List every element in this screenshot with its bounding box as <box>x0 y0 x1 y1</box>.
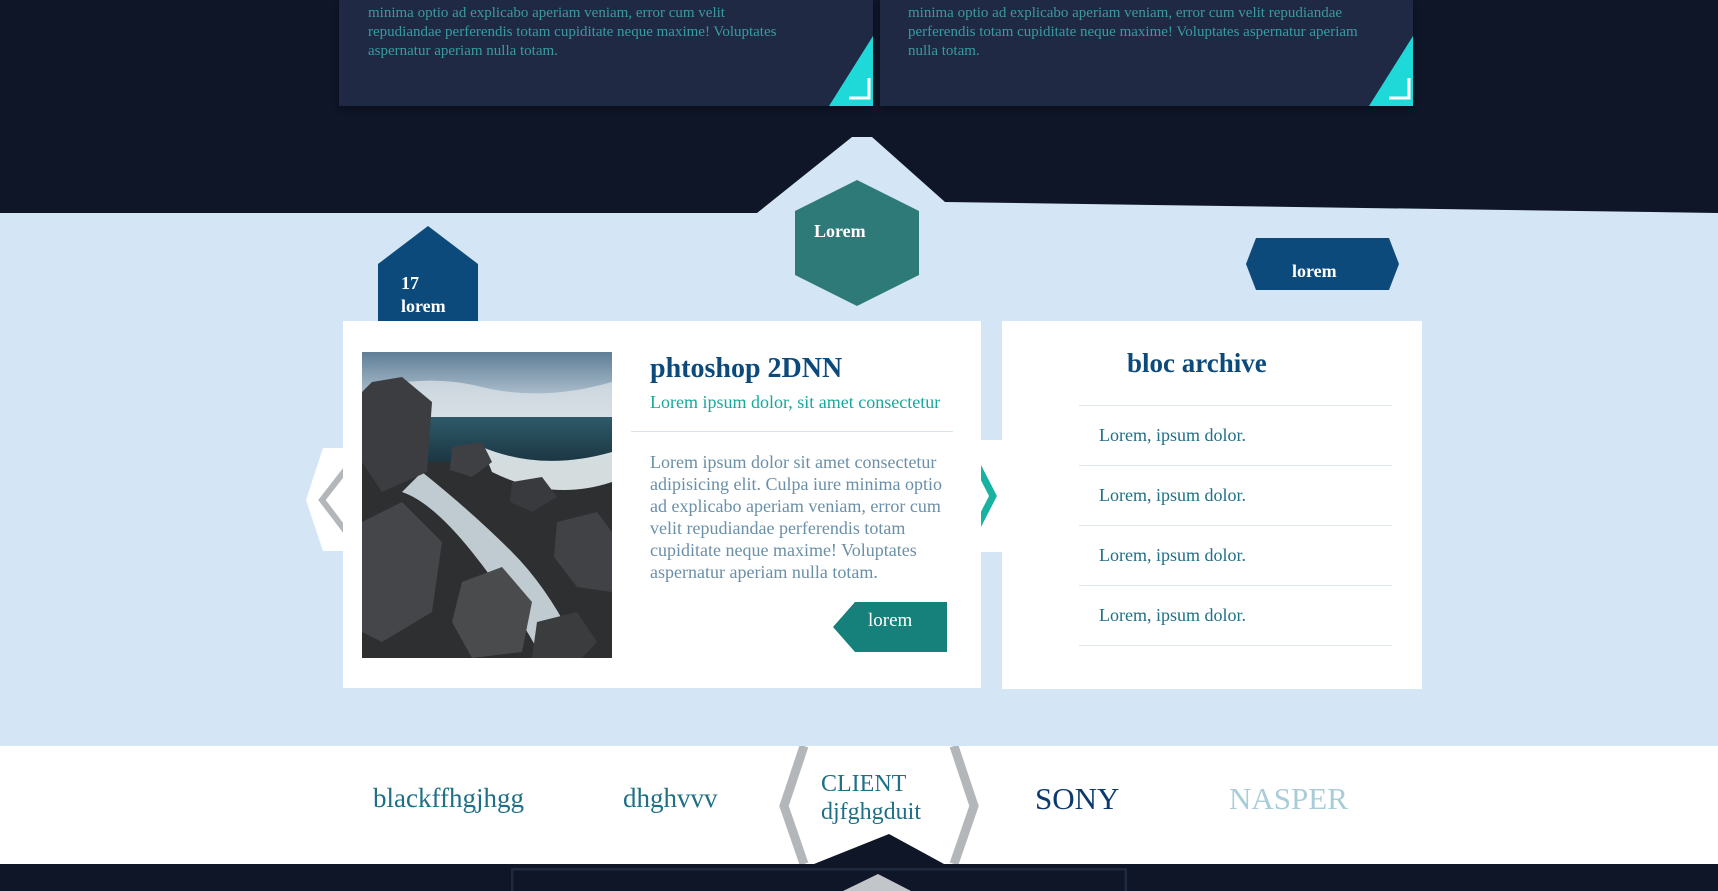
read-more-button-label: lorem <box>868 610 913 631</box>
client-logo[interactable]: dhghvvv <box>623 783 718 814</box>
center-hexagon <box>795 180 919 306</box>
footer-frame-icon <box>511 868 1127 891</box>
clients-strip: blackffhgjhgg dhghvvv CLIENT djfghgduit … <box>0 746 1718 864</box>
archive-title: bloc archive <box>1127 348 1267 378</box>
archive-item[interactable]: Lorem, ipsum dolor. <box>1079 466 1392 526</box>
archive-list: Lorem, ipsum dolor. Lorem, ipsum dolor. … <box>1079 405 1392 646</box>
post-title[interactable]: phtoshop 2DNN <box>650 353 842 385</box>
post-card: phtoshop 2DNN Lorem ipsum dolor, sit ame… <box>343 321 981 688</box>
category-tag-label[interactable]: lorem <box>1292 261 1337 282</box>
client-featured-line2: djfghgduit <box>821 799 921 825</box>
post-divider <box>631 431 953 432</box>
client-logo[interactable]: NASPER <box>1229 781 1348 817</box>
footer-top-band <box>0 864 1718 891</box>
post-body-text: Lorem ipsum dolor sit amet consectetur a… <box>650 452 942 582</box>
read-more-button[interactable]: lorem <box>833 602 947 652</box>
date-badge-label: lorem <box>401 296 446 316</box>
client-logo[interactable]: blackffhgjhgg <box>373 783 524 814</box>
post-image <box>362 352 612 658</box>
archive-card: bloc archive Lorem, ipsum dolor. Lorem, … <box>1002 321 1422 689</box>
date-badge-day: 17 <box>401 273 419 293</box>
client-logo[interactable]: SONY <box>1035 781 1119 817</box>
post-subtitle: Lorem ipsum dolor, sit amet consectetur <box>650 392 941 412</box>
client-featured-line1: CLIENT <box>821 771 907 797</box>
client-logo-featured[interactable]: CLIENT djfghgduit <box>821 770 921 826</box>
archive-item[interactable]: Lorem, ipsum dolor. <box>1079 406 1392 466</box>
archive-item[interactable]: Lorem, ipsum dolor. <box>1079 586 1392 646</box>
archive-item[interactable]: Lorem, ipsum dolor. <box>1079 526 1392 586</box>
center-hexagon-label: Lorem <box>814 221 866 241</box>
